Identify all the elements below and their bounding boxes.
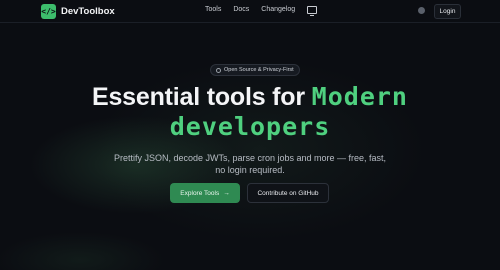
nav-links: Tools Docs Changelog <box>205 5 318 16</box>
hero-title-plain: Essential tools for <box>92 83 305 111</box>
hero-title-accent-2: developers <box>169 112 331 141</box>
hero-title-accent-1: Modern <box>311 82 408 111</box>
contribute-github-button[interactable]: Contribute on GitHub <box>247 183 329 203</box>
login-button[interactable]: Login <box>434 4 461 19</box>
badge-label: Open Source & Privacy-First <box>224 67 294 73</box>
nav-link-changelog[interactable]: Changelog <box>261 6 295 13</box>
explore-tools-button[interactable]: Explore Tools → <box>170 183 240 203</box>
hero-badge: Open Source & Privacy-First <box>210 64 300 76</box>
nav-link-docs[interactable]: Docs <box>233 6 249 13</box>
explore-tools-label: Explore Tools <box>180 189 220 197</box>
hero-subtitle-line-1: Prettify JSON, decode JWTs, parse cron j… <box>113 153 387 163</box>
shield-icon <box>216 67 221 73</box>
nav-link-tools[interactable]: Tools <box>205 6 221 13</box>
code-icon: </> <box>41 3 56 19</box>
hero-title-line-1: Essential tools for Modern <box>0 82 500 112</box>
brand[interactable]: </> DevToolbox <box>41 3 115 19</box>
monitor-icon[interactable] <box>307 6 318 16</box>
hero-subtitle-line-2: no login required. <box>215 165 285 175</box>
top-navbar: </> DevToolbox Tools Docs Changelog Logi… <box>0 0 500 23</box>
brand-name: DevToolbox <box>61 5 115 17</box>
theme-toggle-icon[interactable] <box>418 7 425 14</box>
hero-title-line-2: developers <box>0 112 500 142</box>
arrow-right-icon: → <box>223 189 230 197</box>
